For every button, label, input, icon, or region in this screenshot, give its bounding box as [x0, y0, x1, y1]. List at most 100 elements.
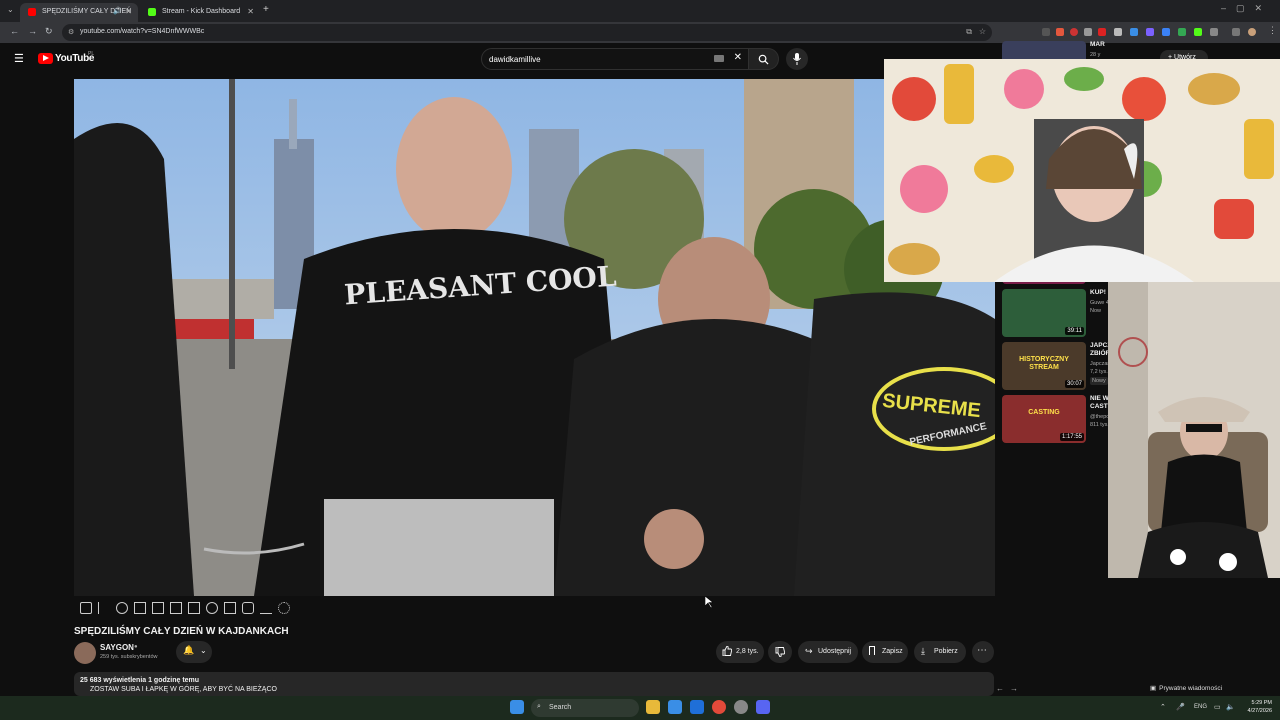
taskbar: ⌕ Search ⌃ 🎤 ENG ▭ 🔈 5:29 PM 4/27/2026 — [0, 696, 1280, 720]
save-button[interactable]: Zapisz — [862, 641, 908, 663]
settings-icon[interactable] — [278, 602, 290, 614]
extension-icon[interactable] — [1146, 28, 1154, 36]
tab-youtube[interactable]: SPĘDZILIŚMY CAŁY DZIEŃ 🔊 ✕ — [20, 3, 138, 22]
masthead: ☰ YouTube PL dawidkamillive ✕ — [0, 43, 1000, 75]
webcam-overlay-streamer — [884, 59, 1280, 282]
video-thumbnail[interactable]: 39:11 — [1002, 289, 1086, 337]
app-icon[interactable] — [734, 700, 748, 714]
miniplayer-icon[interactable] — [188, 602, 200, 614]
search-input[interactable]: dawidkamillive ✕ — [481, 48, 749, 70]
network-icon[interactable]: ▭ — [1214, 703, 1221, 711]
tab-label: Stream - Kick Dashboard — [162, 8, 241, 15]
kick-favicon-icon — [148, 8, 156, 16]
extension-icon[interactable] — [1130, 28, 1138, 36]
file-explorer-icon[interactable] — [646, 700, 660, 714]
discord-icon[interactable] — [756, 700, 770, 714]
tab-search-icon[interactable]: ⌄ — [7, 5, 14, 14]
more-actions-button[interactable]: ⋯ — [972, 641, 994, 663]
youtube-logo[interactable]: YouTube PL — [38, 51, 98, 66]
store-icon[interactable] — [690, 700, 704, 714]
clear-search-icon[interactable]: ✕ — [734, 52, 742, 63]
menu-icon[interactable]: ⋮ — [1268, 25, 1277, 36]
close-icon[interactable]: ✕ — [125, 7, 132, 16]
video-frame — [74, 79, 995, 596]
download-icon: ⤓ — [921, 646, 925, 656]
voice-search-button[interactable] — [786, 48, 808, 70]
subscribed-bell-button[interactable]: 🔔 ⌄ — [176, 641, 212, 663]
chat-icon: ▣ — [1150, 685, 1157, 692]
url-text: youtube.com/watch?v=SN4DnfWWWBc — [80, 28, 205, 35]
popup-icon[interactable] — [224, 602, 236, 614]
search-button[interactable] — [749, 48, 779, 70]
photos-icon[interactable] — [668, 700, 682, 714]
extension-icon[interactable] — [1194, 28, 1202, 36]
dislike-button[interactable] — [768, 641, 792, 663]
tab-kick[interactable]: Stream - Kick Dashboard ✕ — [140, 3, 260, 22]
address-bar: ← → ↻ ⚙ youtube.com/watch?v=SN4DnfWWWBc … — [0, 22, 1280, 43]
recommendation-title[interactable]: MAR — [1090, 41, 1105, 49]
bookmark-star-icon[interactable]: ☆ — [979, 27, 986, 36]
video-thumbnail[interactable]: HISTORYCZNY STREAM 30:07 — [1002, 342, 1086, 390]
cinema-icon[interactable] — [152, 602, 164, 614]
scroll-left-icon[interactable]: ← — [996, 684, 1004, 693]
mic-tray-icon[interactable]: 🎤 — [1176, 703, 1185, 711]
clock-date: 4/27/2026 — [1247, 708, 1272, 714]
screenshot-icon[interactable] — [242, 602, 254, 614]
clock[interactable]: 5:29 PM 4/27/2026 — [1248, 699, 1272, 715]
flask-icon[interactable] — [260, 602, 272, 614]
back-icon[interactable]: ← — [10, 26, 19, 36]
channel-avatar[interactable] — [74, 642, 96, 664]
audio-icon[interactable] — [116, 602, 128, 614]
extension-icon[interactable] — [1178, 28, 1186, 36]
hamburger-menu-icon[interactable]: ☰ — [14, 52, 24, 65]
channel-name[interactable]: SAYGON — [100, 643, 134, 652]
taskbar-search[interactable]: ⌕ Search — [531, 699, 639, 717]
extension-icon[interactable] — [1098, 28, 1106, 36]
tray-chevron-icon[interactable]: ⌃ — [1160, 703, 1166, 711]
video-thumbnail[interactable]: CASTING 1:17:55 — [1002, 395, 1086, 443]
extension-icon[interactable] — [1042, 28, 1050, 36]
private-messages-link[interactable]: ▣ Prywatne wiadomości — [1150, 684, 1222, 692]
shield-icon[interactable] — [1114, 28, 1122, 36]
forward-icon[interactable]: → — [28, 26, 37, 36]
extension-icon[interactable] — [1056, 28, 1064, 36]
microphone-icon — [793, 53, 801, 65]
description-box[interactable]: 25 683 wyświetlenia 1 godzinę temu ZOSTA… — [74, 672, 994, 696]
like-button[interactable]: 2,8 tys. — [716, 641, 764, 663]
close-icon[interactable]: ✕ — [247, 7, 254, 16]
site-info-icon[interactable]: ⚙ — [68, 28, 74, 36]
loop-icon[interactable] — [80, 602, 92, 614]
play-triangle-icon — [43, 55, 49, 61]
recommendation-title[interactable]: KUP! — [1090, 289, 1106, 297]
audio-icon: 🔊 — [113, 8, 122, 15]
keyboard-icon[interactable] — [714, 55, 724, 62]
extension-icon[interactable] — [1070, 28, 1078, 36]
reload-icon[interactable]: ↻ — [45, 26, 53, 37]
sidebar-icon[interactable] — [1232, 28, 1240, 36]
chrome-icon[interactable] — [712, 700, 726, 714]
language-indicator[interactable]: ENG — [1194, 704, 1207, 710]
install-icon[interactable]: ⧉ — [966, 27, 972, 37]
share-button[interactable]: ↪ Udostępnij — [798, 641, 858, 663]
extension-icon[interactable] — [1084, 28, 1092, 36]
sort-icon[interactable] — [98, 602, 110, 614]
window-controls[interactable]: –▢✕ — [1221, 3, 1272, 14]
puzzle-icon[interactable] — [1210, 28, 1218, 36]
video-player[interactable]: PLEASANT COOL SUPREME PERFORMANCE — [74, 79, 995, 596]
start-button[interactable] — [510, 700, 524, 714]
new-badge: Nowy — [1090, 377, 1108, 385]
playlist-icon[interactable] — [134, 602, 146, 614]
download-button[interactable]: ⤓ Pobierz — [914, 641, 966, 663]
new-tab-icon[interactable]: + — [263, 4, 269, 15]
volume-icon[interactable]: 🔈 — [1226, 703, 1235, 711]
image-icon[interactable] — [170, 602, 182, 614]
scroll-right-icon[interactable]: → — [1010, 684, 1018, 693]
url-field[interactable]: ⚙ youtube.com/watch?v=SN4DnfWWWBc ⧉ ☆ — [62, 24, 992, 41]
speed-icon[interactable] — [206, 602, 218, 614]
webcam-frame — [884, 59, 1280, 282]
profile-avatar[interactable] — [1248, 28, 1256, 36]
taskbar-search-placeholder: Search — [549, 704, 572, 711]
chevron-down-icon: ⌄ — [200, 646, 207, 655]
extension-icon[interactable] — [1162, 28, 1170, 36]
mouse-cursor-icon — [705, 596, 713, 608]
